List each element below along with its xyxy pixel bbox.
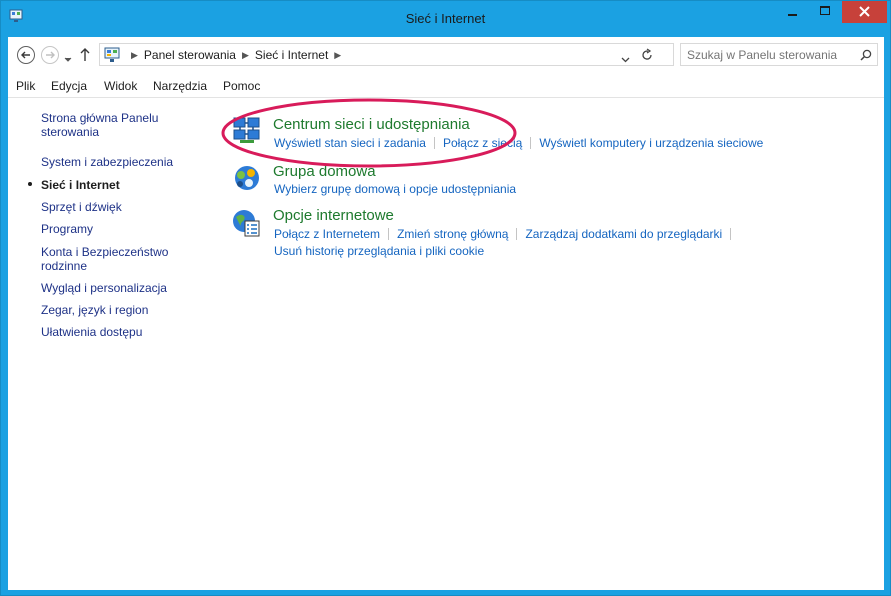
category-title-homegroup[interactable]: Grupa domowa	[273, 163, 376, 180]
network-center-icon[interactable]	[231, 113, 263, 145]
category-links-internet-options-row2: Usuń historię przeglądania i pliki cooki…	[274, 244, 484, 258]
sidebar-item-appearance[interactable]: Wygląd i personalizacja	[41, 281, 167, 295]
sidebar-item-clock-region[interactable]: Zegar, język i region	[41, 303, 148, 317]
maximize-button[interactable]	[810, 1, 840, 23]
close-button[interactable]	[842, 1, 887, 23]
link-choose-homegroup[interactable]: Wybierz grupę domową i opcje udostępnian…	[274, 182, 516, 196]
link-divider	[530, 137, 532, 149]
chevron-right-icon[interactable]: ▶	[334, 50, 341, 61]
menu-file[interactable]: Plik	[16, 79, 35, 93]
link-divider	[730, 228, 732, 240]
navigation-bar: ▶ Panel sterowania ▶ Sieć i Internet ▶	[8, 37, 884, 73]
title-bar[interactable]: Sieć i Internet	[1, 1, 890, 37]
sidebar-item-hardware-sound[interactable]: Sprzęt i dźwięk	[41, 200, 122, 214]
breadcrumb-item[interactable]: Panel sterowania	[144, 48, 236, 62]
link-change-home-page[interactable]: Zmień stronę główną	[397, 227, 508, 241]
search-icon[interactable]	[860, 49, 872, 64]
window-title: Sieć i Internet	[405, 11, 486, 26]
forward-button[interactable]	[41, 46, 59, 64]
breadcrumb-item[interactable]: Sieć i Internet	[255, 48, 328, 62]
menu-edit[interactable]: Edycja	[51, 79, 87, 93]
category-links-network-center: Wyświetl stan sieci i zadania Połącz z si…	[274, 136, 763, 150]
sidebar-item-system-security[interactable]: System i zabezpieczenia	[41, 155, 173, 169]
recent-locations-chevron-icon[interactable]	[64, 52, 72, 66]
link-connect-to-network[interactable]: Połącz z siecią	[443, 136, 522, 150]
sidebar-item-accounts-family[interactable]: Konta i Bezpieczeństwo rodzinne	[41, 245, 181, 273]
current-item-bullet	[28, 182, 32, 186]
address-bar[interactable]: ▶ Panel sterowania ▶ Sieć i Internet ▶	[99, 43, 674, 66]
homegroup-icon[interactable]	[231, 162, 263, 194]
sidebar-item-programs[interactable]: Programy	[41, 222, 93, 236]
internet-options-icon[interactable]	[231, 207, 263, 239]
address-dropdown-icon[interactable]	[621, 52, 630, 66]
link-delete-browsing-history[interactable]: Usuń historię przeglądania i pliki cooki…	[274, 244, 484, 258]
window: Sieć i Internet ▶ Panel sterowania ▶ Sie…	[0, 0, 891, 596]
sidebar: Strona główna Panelu sterowania System i…	[8, 98, 208, 590]
sidebar-item-network-internet[interactable]: Sieć i Internet	[41, 178, 120, 192]
link-divider	[433, 137, 435, 149]
link-divider	[388, 228, 390, 240]
back-button[interactable]	[17, 46, 35, 64]
client-area: ▶ Panel sterowania ▶ Sieć i Internet ▶ S…	[8, 37, 884, 590]
sidebar-item-ease-of-access[interactable]: Ułatwienia dostępu	[41, 325, 142, 339]
chevron-right-icon[interactable]: ▶	[242, 50, 249, 61]
up-arrow-icon[interactable]	[79, 46, 91, 65]
breadcrumb: ▶ Panel sterowania ▶ Sieć i Internet ▶	[125, 48, 347, 62]
link-manage-addons[interactable]: Zarządzaj dodatkami do przeglądarki	[525, 227, 722, 241]
refresh-icon[interactable]	[640, 48, 654, 65]
category-links-internet-options-row1: Połącz z Internetem Zmień stronę główną Za…	[274, 227, 739, 241]
link-connect-internet[interactable]: Połącz z Internetem	[274, 227, 380, 241]
link-view-network-computers[interactable]: Wyświetl komputery i urządzenia sieciowe	[539, 136, 763, 150]
menu-bar: Plik Edycja Widok Narzędzia Pomoc	[8, 77, 884, 97]
search-input[interactable]	[687, 48, 847, 62]
search-box[interactable]	[680, 43, 878, 66]
category-title-network-center[interactable]: Centrum sieci i udostępniania	[273, 116, 470, 133]
chevron-right-icon[interactable]: ▶	[131, 50, 138, 61]
link-divider	[516, 228, 518, 240]
category-links-homegroup: Wybierz grupę domową i opcje udostępnian…	[274, 182, 516, 196]
menu-help[interactable]: Pomoc	[223, 79, 260, 93]
sidebar-item-home[interactable]: Strona główna Panelu sterowania	[41, 111, 181, 139]
category-title-internet-options[interactable]: Opcje internetowe	[273, 207, 394, 224]
minimize-button[interactable]	[778, 1, 808, 23]
menu-view[interactable]: Widok	[104, 79, 137, 93]
menu-tools[interactable]: Narzędzia	[153, 79, 207, 93]
link-view-network-status[interactable]: Wyświetl stan sieci i zadania	[274, 136, 426, 150]
control-panel-icon	[104, 47, 120, 63]
